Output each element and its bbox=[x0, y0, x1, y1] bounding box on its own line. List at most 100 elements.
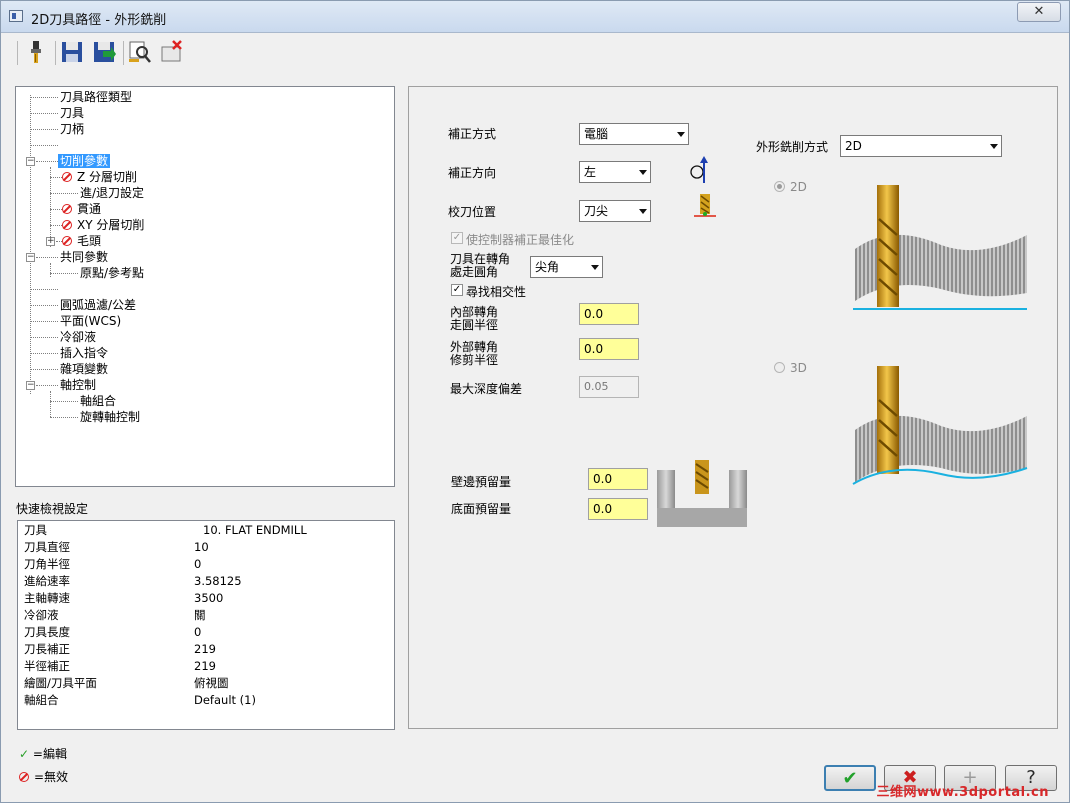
quickview-value: 俯視圖 bbox=[194, 676, 229, 690]
corner-label: 刀具在轉角 處走圓角 bbox=[450, 253, 510, 279]
tree-item-planes[interactable]: 平面(WCS) bbox=[60, 313, 121, 329]
tree-item-holder[interactable]: 刀柄 bbox=[60, 121, 84, 137]
corner-label-line: 處走圓角 bbox=[450, 265, 499, 279]
invalid-icon bbox=[62, 236, 72, 246]
view-icon[interactable] bbox=[127, 39, 153, 65]
tree-collapse-toggle[interactable]: − bbox=[26, 381, 35, 390]
tree-connector bbox=[30, 289, 58, 290]
quickview-title: 快速檢視設定 bbox=[16, 502, 89, 516]
ok-button[interactable]: ✔ bbox=[824, 765, 876, 791]
quickview-value: 0 bbox=[194, 557, 202, 571]
radio-2d-label: 2D bbox=[790, 180, 807, 194]
watermark-text: 三维网www.3dportal.cn bbox=[876, 785, 1049, 800]
tree-item-canned-text[interactable]: 插入指令 bbox=[60, 345, 108, 361]
tree-item-linking-params[interactable]: 共同參數 bbox=[60, 249, 108, 265]
chevron-down-icon bbox=[639, 209, 647, 214]
tree-connector bbox=[50, 401, 78, 402]
legend-edit: ✓ =編輯 bbox=[19, 745, 67, 762]
tree-collapse-toggle[interactable]: − bbox=[26, 157, 35, 166]
tree-item-arc-filter[interactable]: 圓弧過濾/公差 bbox=[60, 297, 136, 313]
contour-type-select[interactable]: 2D bbox=[840, 135, 1002, 157]
save-as-icon[interactable] bbox=[91, 39, 117, 65]
tree-item-multi-passes[interactable]: XY 分層切削 bbox=[62, 217, 144, 233]
comp-type-value: 電腦 bbox=[584, 127, 609, 141]
comp-direction-icon bbox=[690, 156, 708, 183]
tree-connector bbox=[30, 353, 58, 354]
comp-dir-select[interactable]: 左 bbox=[579, 161, 651, 183]
tree-item-tool[interactable]: 刀具 bbox=[60, 105, 84, 121]
radio-2d[interactable] bbox=[774, 181, 785, 192]
optimize-checkbox[interactable]: ✓ bbox=[451, 232, 463, 244]
quickview-key: 半徑補正 bbox=[24, 659, 70, 673]
outer-corner-radius-field[interactable]: 0.0 bbox=[579, 338, 639, 360]
wall-stock-field[interactable]: 0.0 bbox=[588, 468, 648, 490]
quickview-key: 繪圖/刀具平面 bbox=[24, 676, 97, 690]
corner-rounding-select[interactable]: 尖角 bbox=[530, 256, 603, 278]
tree-item-toolpath-type[interactable]: 刀具路徑類型 bbox=[60, 89, 132, 105]
tree-item-axis-combination[interactable]: 軸組合 bbox=[80, 393, 116, 409]
tree-connector bbox=[30, 337, 58, 338]
tree-item-lead-in-out[interactable]: 進/退刀設定 bbox=[80, 185, 144, 201]
tree-item-label: XY 分層切削 bbox=[77, 218, 145, 232]
tree-connector bbox=[50, 177, 62, 178]
tree-item-tabs[interactable]: 毛頭 bbox=[62, 233, 101, 249]
tree-collapse-toggle[interactable]: − bbox=[26, 253, 35, 262]
quickview-value: 關 bbox=[194, 608, 206, 622]
tree-connector bbox=[36, 257, 58, 258]
parameter-tree: 刀具路徑類型 刀具 刀柄 − 切削參數 Z 分層切削 進/退刀設定 貫通 XY … bbox=[15, 86, 395, 487]
dialog-window: 2D刀具路徑 - 外形銑削 ✕ 刀具路徑類型 刀具 刀柄 − 切削參數 Z 分層… bbox=[0, 0, 1070, 803]
tree-expand-toggle[interactable]: + bbox=[46, 237, 55, 246]
chevron-down-icon bbox=[591, 265, 599, 270]
tree-item-break-through[interactable]: 貫通 bbox=[62, 201, 101, 217]
floor-stock-field[interactable]: 0.0 bbox=[588, 498, 648, 520]
tip-comp-select[interactable]: 刀尖 bbox=[579, 200, 651, 222]
tree-connector bbox=[30, 369, 58, 370]
legend-invalid-label: =無效 bbox=[34, 770, 69, 784]
contour-3d-illustration bbox=[852, 366, 1028, 485]
app-icon bbox=[9, 10, 23, 22]
tree-item-cut-params[interactable]: 切削參數 bbox=[58, 153, 111, 169]
comp-dir-label: 補正方向 bbox=[448, 166, 497, 180]
tree-item-depth-cuts[interactable]: Z 分層切削 bbox=[62, 169, 137, 185]
tree-connector bbox=[50, 209, 62, 210]
tree-connector bbox=[30, 97, 58, 98]
check-icon: ✓ bbox=[19, 747, 30, 761]
floor-stock-label: 底面預留量 bbox=[451, 502, 512, 516]
legend-edit-label: =編輯 bbox=[32, 747, 67, 761]
save-icon[interactable] bbox=[59, 39, 85, 65]
tree-item-label: 毛頭 bbox=[77, 234, 102, 248]
tool-icon[interactable] bbox=[23, 39, 49, 65]
radio-3d[interactable] bbox=[774, 362, 785, 373]
chevron-down-icon bbox=[990, 144, 998, 149]
quickview-value: 10. FLAT ENDMILL bbox=[203, 523, 307, 537]
quickview-key: 軸組合 bbox=[24, 693, 59, 707]
close-button[interactable]: ✕ bbox=[1017, 2, 1061, 22]
optimize-label: 使控制器補正最佳化 bbox=[466, 233, 575, 247]
inner-corner-label-line: 走圓半徑 bbox=[450, 318, 499, 332]
comp-type-label: 補正方式 bbox=[448, 127, 497, 141]
tree-connector bbox=[50, 225, 62, 226]
quickview-value: 219 bbox=[194, 642, 216, 656]
quickview-value: 219 bbox=[194, 659, 216, 673]
quickview-key: 進給速率 bbox=[24, 574, 70, 588]
toolbar-separator bbox=[55, 41, 56, 65]
infinite-look-ahead-checkbox[interactable]: ✓ bbox=[451, 284, 463, 296]
radio-3d-label: 3D bbox=[790, 361, 807, 375]
tree-connector bbox=[50, 417, 78, 418]
legend-invalid: =無效 bbox=[19, 768, 68, 785]
tree-guide bbox=[50, 167, 51, 247]
tree-connector bbox=[30, 129, 58, 130]
tree-item-misc-values[interactable]: 雜項變數 bbox=[60, 361, 108, 377]
tree-guide bbox=[50, 263, 51, 277]
tree-item-coolant[interactable]: 冷卻液 bbox=[60, 329, 96, 345]
max-depth-field[interactable]: 0.05 bbox=[579, 376, 639, 398]
tree-item-home-ref[interactable]: 原點/參考點 bbox=[80, 265, 144, 281]
comp-type-select[interactable]: 電腦 bbox=[579, 123, 689, 145]
invalid-icon bbox=[62, 204, 72, 214]
tree-item-axis-control[interactable]: 軸控制 bbox=[60, 377, 96, 393]
quickview-value: Default (1) bbox=[194, 693, 256, 707]
delete-icon[interactable] bbox=[159, 39, 185, 65]
quickview-key: 刀具長度 bbox=[24, 625, 70, 639]
tree-item-rotary-axis[interactable]: 旋轉軸控制 bbox=[80, 409, 140, 425]
inner-corner-radius-field[interactable]: 0.0 bbox=[579, 303, 639, 325]
